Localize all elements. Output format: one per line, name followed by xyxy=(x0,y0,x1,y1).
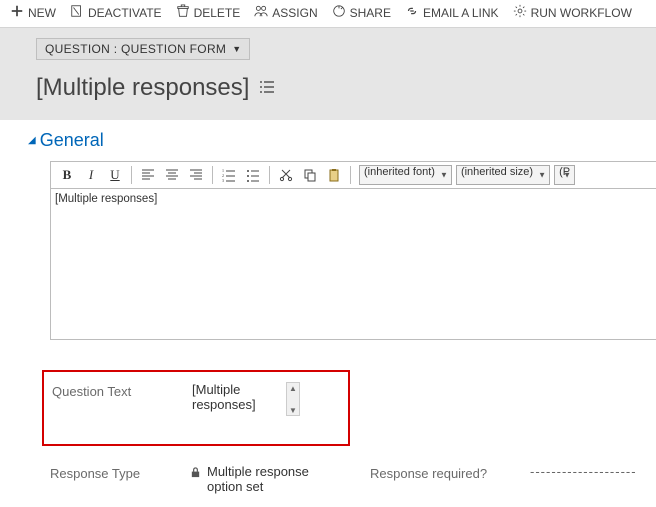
scroll-down-icon[interactable]: ▼ xyxy=(287,405,299,417)
separator xyxy=(212,166,213,184)
response-required-label: Response required? xyxy=(370,464,520,481)
response-type-label: Response Type xyxy=(50,464,180,481)
rich-text-editor: B I U 123 (inherited font) (inherited si… xyxy=(50,161,656,340)
deactivate-button[interactable]: DEACTIVATE xyxy=(70,4,162,21)
question-text-label: Question Text xyxy=(52,382,182,399)
align-left-button[interactable] xyxy=(136,164,160,186)
question-text-value: [Multiple responses] xyxy=(192,382,282,412)
align-right-button[interactable] xyxy=(184,164,208,186)
gear-icon xyxy=(513,4,527,21)
plus-icon xyxy=(10,4,24,21)
deactivate-label: DEACTIVATE xyxy=(88,6,162,20)
new-button[interactable]: NEW xyxy=(10,4,56,21)
field-grid: Question Text [Multiple responses] ▲ ▼ R… xyxy=(50,370,656,494)
separator xyxy=(269,166,270,184)
record-title: [Multiple responses] xyxy=(36,74,249,102)
scroll-indicator: ▲ ▼ xyxy=(286,382,300,416)
bold-button[interactable]: B xyxy=(55,164,79,186)
paste-button[interactable] xyxy=(322,164,346,186)
editor-toolbar: B I U 123 (inherited font) (inherited si… xyxy=(51,162,656,189)
delete-label: DELETE xyxy=(194,6,241,20)
align-center-button[interactable] xyxy=(160,164,184,186)
form-header: QUESTION : QUESTION FORM ▼ [Multiple res… xyxy=(0,27,656,120)
font-size-select[interactable]: (inherited size) xyxy=(456,165,550,185)
ordered-list-button[interactable]: 123 xyxy=(217,164,241,186)
share-icon xyxy=(332,4,346,21)
response-required-value: -------------------- xyxy=(530,464,652,479)
response-type-value: Multiple response option set xyxy=(207,464,327,494)
delete-button[interactable]: DELETE xyxy=(176,4,241,21)
question-text-field[interactable]: Question Text [Multiple responses] ▲ ▼ xyxy=(52,382,340,416)
response-type-field[interactable]: Response Type Multiple response option s… xyxy=(50,464,350,494)
unordered-list-button[interactable] xyxy=(241,164,265,186)
email-link-button[interactable]: EMAIL A LINK xyxy=(405,4,499,21)
link-icon xyxy=(405,4,419,21)
italic-button[interactable]: I xyxy=(79,164,103,186)
list-selector-icon[interactable] xyxy=(259,79,275,98)
lock-icon xyxy=(190,464,201,481)
font-family-select[interactable]: (inherited font) xyxy=(359,165,452,185)
section-general-header[interactable]: ◢ General xyxy=(0,120,656,155)
assign-icon xyxy=(254,4,268,21)
collapse-icon: ◢ xyxy=(28,135,36,146)
run-workflow-button[interactable]: RUN WORKFLOW xyxy=(513,4,632,21)
run-workflow-label: RUN WORKFLOW xyxy=(531,6,632,20)
section-general-label: General xyxy=(40,130,104,151)
font-partial-select[interactable]: (P xyxy=(554,165,575,185)
email-link-label: EMAIL A LINK xyxy=(423,6,499,20)
svg-text:3: 3 xyxy=(222,178,224,182)
assign-button[interactable]: ASSIGN xyxy=(254,4,317,21)
assign-label: ASSIGN xyxy=(272,6,317,20)
separator xyxy=(350,166,351,184)
scroll-up-icon[interactable]: ▲ xyxy=(287,383,299,395)
deactivate-icon xyxy=(70,4,84,21)
copy-button[interactable] xyxy=(298,164,322,186)
underline-button[interactable]: U xyxy=(103,164,127,186)
editor-body[interactable]: [Multiple responses] xyxy=(51,189,656,339)
form-selector[interactable]: QUESTION : QUESTION FORM ▼ xyxy=(36,38,250,60)
share-label: SHARE xyxy=(350,6,391,20)
form-selector-label: QUESTION : QUESTION FORM xyxy=(45,42,226,56)
new-label: NEW xyxy=(28,6,56,20)
share-button[interactable]: SHARE xyxy=(332,4,391,21)
separator xyxy=(131,166,132,184)
question-text-highlight: Question Text [Multiple responses] ▲ ▼ xyxy=(42,370,350,446)
caret-down-icon: ▼ xyxy=(232,44,241,54)
response-required-field[interactable]: Response required? -------------------- xyxy=(370,464,652,494)
command-bar: NEW DEACTIVATE DELETE ASSIGN SHARE EMAIL… xyxy=(0,0,656,27)
trash-icon xyxy=(176,4,190,21)
cut-button[interactable] xyxy=(274,164,298,186)
